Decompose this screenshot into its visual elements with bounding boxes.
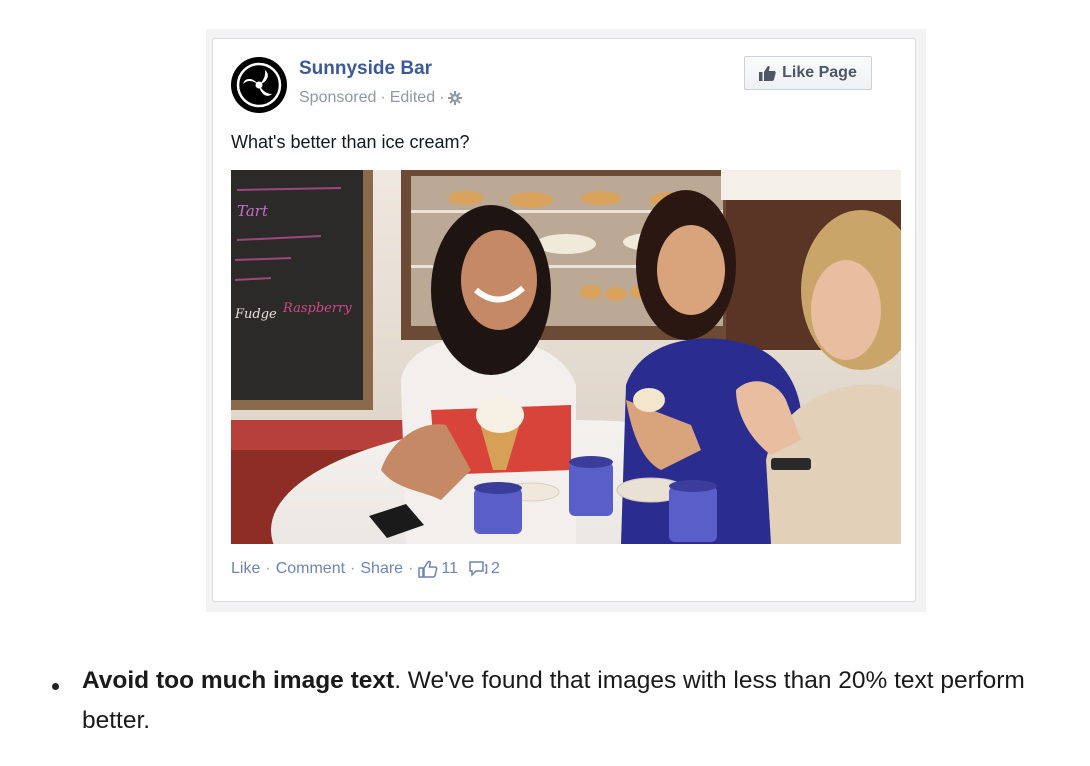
meta-separator: · [380,89,386,106]
share-link[interactable]: Share [360,560,403,578]
like-page-button[interactable]: Like Page [744,56,872,90]
action-separator: · [265,560,271,577]
sponsored-post-card: Sunnyside Bar Sponsored · Edited · Like [212,38,916,602]
gear-icon[interactable] [448,91,463,105]
like-link[interactable]: Like [231,560,260,578]
sponsored-label: Sponsored [299,89,377,106]
board-text-fudge: Fudge [234,307,277,322]
list-bullet [52,683,59,690]
edited-label[interactable]: Edited [390,89,435,107]
board-text-raspberry: Raspberry [282,301,352,316]
like-page-label: Like Page [782,64,857,81]
page-logo-icon[interactable] [231,57,287,113]
thumbs-up-icon [418,560,438,578]
like-count[interactable]: 11 [418,560,458,578]
page-name-link[interactable]: Sunnyside Bar [299,58,432,80]
post-text: What's better than ice cream? [231,132,470,152]
comment-count[interactable]: 2 [468,560,500,578]
tip-text: Avoid too much image text. We've found t… [82,661,1042,741]
comment-count-value: 2 [491,560,500,577]
comment-bubble-icon [469,561,488,577]
post-actions: Like · Comment · Share · 11 2 [231,560,510,578]
ad-photo[interactable]: Tart Raspberry Fudge [231,170,901,544]
comment-link[interactable]: Comment [276,560,345,578]
like-count-value: 11 [441,560,459,577]
action-separator: · [408,560,414,577]
thumbs-up-icon [759,66,776,81]
board-text-tart: Tart [237,202,269,220]
post-meta: Sponsored · Edited · [299,89,463,107]
tip-heading: Avoid too much image text [82,667,395,694]
action-separator: · [350,560,356,577]
meta-separator: · [439,89,445,106]
